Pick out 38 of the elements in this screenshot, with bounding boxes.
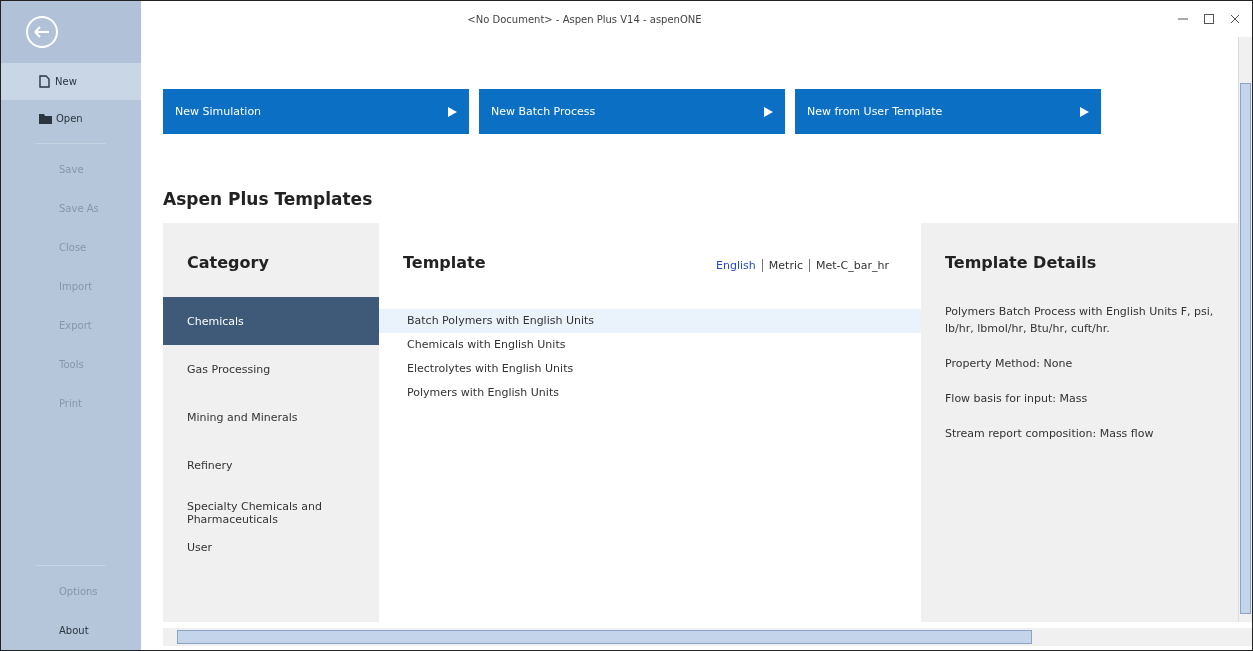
document-icon <box>39 75 51 88</box>
category-item[interactable]: Mining and Minerals <box>163 393 379 441</box>
category-item[interactable]: Chemicals <box>163 297 379 345</box>
template-item[interactable]: Electrolytes with English Units <box>379 357 921 381</box>
sidebar-item[interactable]: About <box>1 611 141 650</box>
new-button[interactable]: New from User Template <box>795 89 1101 134</box>
vertical-scrollbar[interactable] <box>1238 37 1252 622</box>
column-heading: Category <box>186 252 270 274</box>
play-icon <box>448 106 457 117</box>
new-button[interactable]: New Simulation <box>163 89 469 134</box>
category-item[interactable]: Specialty Chemicals and Pharmaceuticals <box>163 489 379 537</box>
category-item[interactable]: User <box>163 537 379 557</box>
category-item[interactable]: Gas Processing <box>163 345 379 393</box>
template-item[interactable]: Chemicals with English Units <box>379 333 921 357</box>
horizontal-scrollbar[interactable] <box>163 628 1252 646</box>
close-icon[interactable] <box>1230 14 1240 24</box>
sidebar-item[interactable]: New <box>1 63 141 100</box>
sidebar-item[interactable]: Open <box>1 100 141 137</box>
column-heading: Template <box>402 252 486 274</box>
template-item[interactable]: Batch Polymers with English Units <box>379 309 921 333</box>
column-heading: Template Details <box>944 252 1098 274</box>
detail-text: Stream report composition: Mass flow <box>945 426 1155 442</box>
template-item[interactable]: Polymers with English Units <box>379 381 921 405</box>
maximize-icon[interactable] <box>1204 14 1214 24</box>
unit-link[interactable]: Metric <box>761 259 810 272</box>
detail-text: Flow basis for input: Mass <box>945 391 1089 407</box>
new-button[interactable]: New Batch Process <box>479 89 785 134</box>
folder-icon <box>39 113 52 124</box>
detail-text: Polymers Batch Process with English Units F, psi, lb/hr, lbmol/hr, Btu/hr, cuft/hr. <box>945 304 1215 337</box>
unit-link[interactable]: English <box>710 259 762 272</box>
play-icon <box>764 106 773 117</box>
unit-link[interactable]: Met-C_bar_hr <box>809 259 895 272</box>
play-icon <box>1080 106 1089 117</box>
detail-text: Property Method: None <box>945 356 1074 372</box>
window-title: <No Document> - Aspen Plus V14 - aspenONE <box>466 13 703 25</box>
back-icon[interactable] <box>25 15 59 49</box>
section-heading: Aspen Plus Templates <box>163 189 374 209</box>
category-item[interactable]: Refinery <box>163 441 379 489</box>
